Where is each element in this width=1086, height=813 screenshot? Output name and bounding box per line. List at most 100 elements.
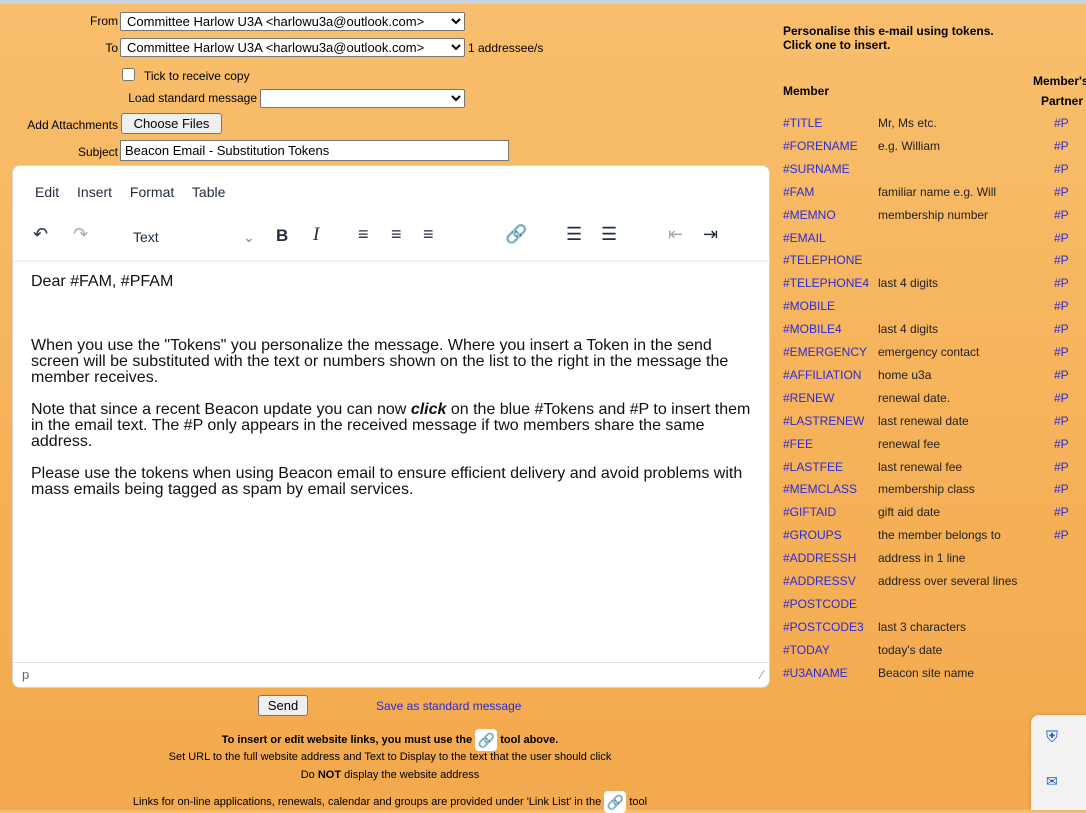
italic-icon[interactable]: I xyxy=(313,224,319,246)
resize-handle-icon[interactable]: ∕ xyxy=(761,667,763,682)
save-standard-link[interactable]: Save as standard message xyxy=(376,699,521,713)
from-select[interactable]: Committee Harlow U3A <harlowu3a@outlook.… xyxy=(120,12,465,31)
token-link[interactable]: #ADDRESSV xyxy=(783,570,856,593)
token-description: emergency contact xyxy=(878,345,980,359)
footer-line-1-text: To insert or edit website links, you mus… xyxy=(221,733,473,746)
partner-token-link[interactable]: #P xyxy=(1054,433,1069,456)
token-link[interactable]: #GIFTAID xyxy=(783,501,836,524)
partner-token-link[interactable]: #P xyxy=(1054,249,1069,272)
partner-token-link[interactable]: #P xyxy=(1054,410,1069,433)
outlook-icon[interactable]: ✉ xyxy=(1046,773,1058,790)
redo-icon[interactable]: ↷ xyxy=(73,224,88,245)
partner-token-link[interactable]: #P xyxy=(1054,478,1069,501)
token-link[interactable]: #SURNAME xyxy=(783,158,850,181)
shield-icon[interactable]: ⛨ xyxy=(1046,729,1058,747)
footer-line-4-end: tool xyxy=(629,795,648,808)
token-link[interactable]: #LASTRENEW xyxy=(783,410,864,433)
partner-token-link[interactable]: #P xyxy=(1054,135,1069,158)
from-label: From xyxy=(90,14,118,28)
block-format-select[interactable]: Text ⌄ xyxy=(133,229,261,245)
paragraph-please: Please use the tokens when using Beacon … xyxy=(31,465,743,498)
to-select[interactable]: Committee Harlow U3A <harlowu3a@outlook.… xyxy=(120,38,465,57)
menu-table[interactable]: Table xyxy=(192,184,225,200)
token-link[interactable]: #GROUPS xyxy=(783,524,842,547)
addressee-count: 1 addressee/s xyxy=(468,41,544,55)
token-description: Beacon site name xyxy=(878,665,975,680)
editor-statusbar: p ∕ xyxy=(13,662,769,687)
menu-format[interactable]: Format xyxy=(130,184,174,200)
undo-icon[interactable]: ↶ xyxy=(33,224,48,245)
token-link[interactable]: #EMERGENCY xyxy=(783,341,867,364)
token-description: the member belongs to xyxy=(878,528,1001,543)
partner-token-link[interactable]: #P xyxy=(1054,181,1069,204)
partner-token-link[interactable]: #P xyxy=(1054,364,1069,387)
partner-token-link[interactable]: #P xyxy=(1054,272,1069,295)
partner-token-link[interactable]: #P xyxy=(1054,456,1069,479)
token-description: home u3a xyxy=(878,367,932,382)
menu-edit[interactable]: Edit xyxy=(35,184,59,200)
token-description: renewal fee xyxy=(878,436,941,451)
token-link[interactable]: #ADDRESSH xyxy=(783,547,856,570)
menu-insert[interactable]: Insert xyxy=(77,184,112,200)
partner-token-link[interactable]: #P xyxy=(1054,112,1069,135)
align-center-icon[interactable]: ≡ xyxy=(391,224,402,245)
partner-token-link[interactable]: #P xyxy=(1054,501,1069,524)
token-link[interactable]: #RENEW xyxy=(783,387,834,410)
token-link[interactable]: #TELEPHONE xyxy=(783,249,862,272)
partner-token-link[interactable]: #P xyxy=(1054,204,1069,227)
align-right-icon[interactable]: ≡ xyxy=(423,224,434,245)
partner-token-link[interactable]: #P xyxy=(1054,295,1069,318)
token-link[interactable]: #POSTCODE3 xyxy=(783,616,864,639)
send-button[interactable]: Send xyxy=(258,695,308,716)
token-link[interactable]: #FORENAME xyxy=(783,135,858,158)
token-link[interactable]: #MEMCLASS xyxy=(783,478,857,501)
copy-checkbox[interactable] xyxy=(122,68,135,81)
choose-files-button[interactable]: Choose Files xyxy=(121,113,222,134)
attachments-label: Add Attachments xyxy=(27,118,118,132)
token-link[interactable]: #FEE xyxy=(783,433,813,456)
subject-label: Subject xyxy=(77,145,118,159)
editor-content[interactable]: Dear #FAM, #PFAM When you use the "Token… xyxy=(31,274,751,498)
partner-token-link[interactable]: #P xyxy=(1054,524,1069,547)
subject-input[interactable]: Beacon Email - Substitution Tokens xyxy=(120,140,509,161)
token-link[interactable]: #AFFILIATION xyxy=(783,364,861,387)
token-link[interactable]: #MOBILE4 xyxy=(783,318,842,341)
footer-line-3: Do NOT display the website address xyxy=(0,769,780,781)
top-border xyxy=(0,0,1086,4)
link-tool-icon: 🔗 xyxy=(475,729,498,751)
partner-token-link[interactable]: #P xyxy=(1054,158,1069,181)
standard-message-select[interactable] xyxy=(260,89,465,108)
token-link[interactable]: #EMAIL xyxy=(783,227,826,250)
partner-token-link[interactable]: #P xyxy=(1054,341,1069,364)
token-link[interactable]: #POSTCODE xyxy=(783,593,857,616)
token-description: last renewal date xyxy=(878,413,969,428)
token-link[interactable]: #MOBILE xyxy=(783,295,835,318)
rich-text-editor: Edit Insert Format Table ↶ ↷ B I ≡ ≡ ≡ 🔗… xyxy=(12,165,770,688)
token-link[interactable]: #MEMNO xyxy=(783,204,836,227)
partner-token-link[interactable]: #P xyxy=(1054,227,1069,250)
token-link[interactable]: #TELEPHONE4 xyxy=(783,272,869,295)
token-link[interactable]: #U3ANAME xyxy=(783,662,848,685)
chevron-down-icon: ⌄ xyxy=(243,229,255,245)
token-link[interactable]: #FAM xyxy=(783,181,814,204)
tokens-panel: Personalise this e-mail using tokens. Cl… xyxy=(783,24,1086,680)
numbered-list-icon[interactable]: ☰ xyxy=(601,224,617,245)
bullet-list-icon[interactable]: ☰ xyxy=(566,224,582,245)
indent-icon[interactable]: ⇥ xyxy=(703,224,718,245)
partner-token-link[interactable]: #P xyxy=(1054,387,1069,410)
token-description: address over several lines xyxy=(878,574,1018,588)
footer-line-1-end: tool above. xyxy=(500,733,559,746)
bold-icon[interactable]: B xyxy=(276,226,288,246)
footer-not: NOT xyxy=(317,769,342,781)
outdent-icon[interactable]: ⇤ xyxy=(668,224,683,245)
load-standard-label: Load standard message xyxy=(128,91,257,105)
footer-line-3c: display the website address xyxy=(341,769,480,781)
link-icon[interactable]: 🔗 xyxy=(505,224,527,245)
token-link[interactable]: #LASTFEE xyxy=(783,456,843,479)
token-link[interactable]: #TODAY xyxy=(783,639,830,662)
align-left-icon[interactable]: ≡ xyxy=(358,224,369,245)
editor-toolbar: ↶ ↷ B I ≡ ≡ ≡ 🔗 ☰ ☰ ⇤ ⇥ xyxy=(13,216,769,260)
partner-token-link[interactable]: #P xyxy=(1054,318,1069,341)
token-link[interactable]: #TITLE xyxy=(783,112,822,135)
token-description: last 4 digits xyxy=(878,276,939,291)
